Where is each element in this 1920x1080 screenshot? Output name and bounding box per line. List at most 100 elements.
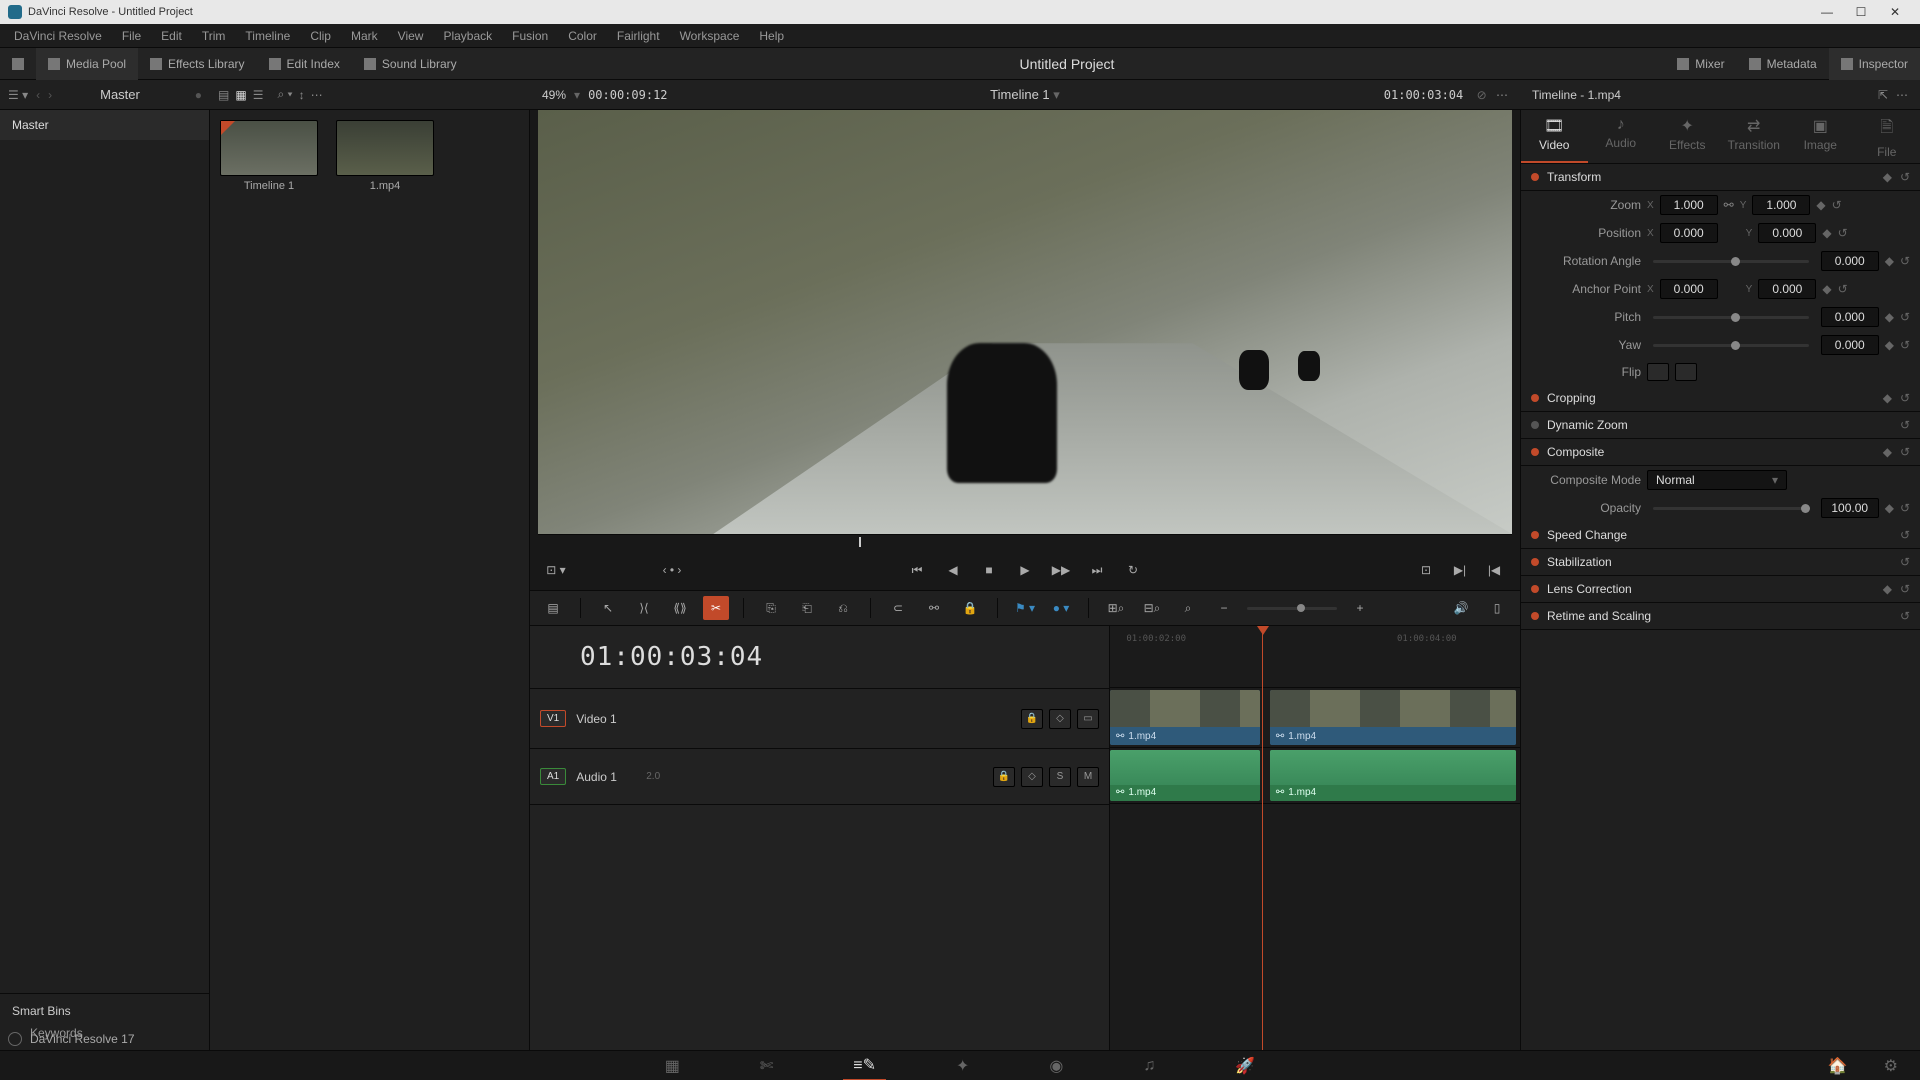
keyframe-icon[interactable]: ◆ <box>1885 501 1894 515</box>
reset-icon[interactable]: ↺ <box>1838 226 1848 240</box>
overwrite-clip[interactable]: ⎗ <box>794 596 820 620</box>
menu-mark[interactable]: Mark <box>341 29 388 43</box>
pitch-slider[interactable] <box>1653 316 1809 319</box>
yaw-slider[interactable] <box>1653 344 1809 347</box>
section-transform[interactable]: Transform◆↺ <box>1521 164 1920 191</box>
menu-help[interactable]: Help <box>749 29 794 43</box>
step-fwd-button[interactable]: ▶▶ <box>1049 558 1073 582</box>
marker-dropdown[interactable]: ● ▾ <box>1048 596 1074 620</box>
bin-view-dropdown[interactable]: ☰ ▾ <box>8 88 28 102</box>
track-auto-select-a1[interactable]: ◇ <box>1021 767 1043 787</box>
tab-effects[interactable]: ✦Effects <box>1654 110 1721 163</box>
yaw-input[interactable]: 0.000 <box>1821 335 1879 355</box>
link-toggle[interactable]: ⚯ <box>921 596 947 620</box>
tab-transition[interactable]: ⇄Transition <box>1721 110 1788 163</box>
track-header-a1[interactable]: A1 Audio 1 2.0 🔒 ◇ S M <box>530 749 1109 805</box>
anchor-y-input[interactable]: 0.000 <box>1758 279 1816 299</box>
keyframe-icon[interactable]: ◆ <box>1883 445 1892 459</box>
menu-fusion[interactable]: Fusion <box>502 29 558 43</box>
section-retime-scaling[interactable]: Retime and Scaling↺ <box>1521 603 1920 630</box>
playhead[interactable] <box>1262 626 1263 1050</box>
view-list-icon[interactable]: ☰ <box>253 88 264 102</box>
reset-icon[interactable]: ↺ <box>1900 582 1910 596</box>
reset-icon[interactable]: ↺ <box>1832 198 1842 212</box>
maximize-button[interactable]: ☐ <box>1844 1 1878 23</box>
home-button[interactable]: 🏠 <box>1818 1052 1858 1080</box>
zoom-dropdown-icon[interactable]: ▾ <box>574 88 580 102</box>
flip-v-button[interactable] <box>1675 363 1697 381</box>
menu-timeline[interactable]: Timeline <box>235 29 300 43</box>
zoom-out[interactable]: − <box>1211 596 1237 620</box>
rotation-input[interactable]: 0.000 <box>1821 251 1879 271</box>
replace-clip[interactable]: ⎌ <box>830 596 856 620</box>
viewer-scrubber[interactable] <box>538 534 1512 550</box>
go-last-button[interactable]: ⏭ <box>1085 558 1109 582</box>
timeline-tracks[interactable]: 01:00:02:00 01:00:04:00 ⚯1.mp4 ⚯1.mp4 <box>1110 626 1520 1050</box>
match-frame-icon[interactable]: ‹ • › <box>660 558 684 582</box>
section-speed-change[interactable]: Speed Change↺ <box>1521 522 1920 549</box>
keyframe-icon[interactable]: ◆ <box>1883 391 1892 405</box>
page-fairlight[interactable]: ♫ <box>1133 1053 1165 1079</box>
rotation-slider[interactable] <box>1653 260 1809 263</box>
menu-fairlight[interactable]: Fairlight <box>607 29 670 43</box>
keyframe-icon[interactable]: ◆ <box>1885 338 1894 352</box>
sort-icon[interactable]: ↕ <box>299 88 305 102</box>
menu-trim[interactable]: Trim <box>192 29 236 43</box>
flag-dropdown[interactable]: ⚑ ▾ <box>1012 596 1038 620</box>
timeline-view-options[interactable]: ▤ <box>540 596 566 620</box>
keyframe-icon[interactable]: ◆ <box>1885 310 1894 324</box>
zoom-in[interactable]: + <box>1347 596 1373 620</box>
menu-view[interactable]: View <box>388 29 434 43</box>
reset-icon[interactable]: ↺ <box>1900 170 1910 184</box>
composite-mode-select[interactable]: Normal ▾ <box>1647 470 1787 490</box>
page-cut[interactable]: ✄ <box>750 1052 783 1080</box>
stop-button[interactable]: ■ <box>977 558 1001 582</box>
inspector-expand-icon[interactable]: ⇱ <box>1878 88 1888 102</box>
reset-icon[interactable]: ↺ <box>1900 338 1910 352</box>
playhead-mark[interactable] <box>859 537 861 547</box>
clip-thumb-1mp4[interactable]: 1.mp4 <box>336 120 434 192</box>
bin-master[interactable]: Master <box>0 110 209 140</box>
fullscreen-toggle[interactable] <box>0 48 36 80</box>
page-fusion[interactable]: ✦ <box>946 1052 979 1080</box>
keyframe-icon[interactable]: ◆ <box>1883 582 1892 596</box>
timeline-name-dropdown[interactable]: Timeline 1 ▾ <box>990 87 1060 103</box>
close-button[interactable]: ✕ <box>1878 1 1912 23</box>
project-settings-button[interactable]: ⚙ <box>1874 1052 1908 1080</box>
mixer-toggle[interactable]: Mixer <box>1665 48 1736 80</box>
zoom-full[interactable]: ⊞⌕ <box>1103 596 1129 620</box>
section-composite[interactable]: Composite◆↺ <box>1521 439 1920 466</box>
minimize-button[interactable]: — <box>1810 1 1844 23</box>
section-stabilization[interactable]: Stabilization↺ <box>1521 549 1920 576</box>
audio-monitor-icon[interactable]: 🔊 <box>1448 596 1474 620</box>
track-lock-a1[interactable]: 🔒 <box>993 767 1015 787</box>
section-dynamic-zoom[interactable]: Dynamic Zoom↺ <box>1521 412 1920 439</box>
page-deliver[interactable]: 🚀 <box>1225 1052 1265 1080</box>
meter-icon[interactable]: ▯ <box>1484 596 1510 620</box>
track-badge-a1[interactable]: A1 <box>540 768 566 785</box>
reset-icon[interactable]: ↺ <box>1900 528 1910 542</box>
zoom-y-input[interactable]: 1.000 <box>1752 195 1810 215</box>
reset-icon[interactable]: ↺ <box>1900 254 1910 268</box>
view-metadata-icon[interactable]: ▤ <box>218 88 229 102</box>
reset-icon[interactable]: ↺ <box>1838 282 1848 296</box>
zoom-custom[interactable]: ⌕ <box>1175 596 1201 620</box>
menu-workspace[interactable]: Workspace <box>670 29 750 43</box>
menu-davinci-resolve[interactable]: DaVinci Resolve <box>4 29 112 43</box>
tab-audio[interactable]: ♪Audio <box>1588 110 1655 163</box>
edit-index-toggle[interactable]: Edit Index <box>257 48 352 80</box>
page-color[interactable]: ◉ <box>1039 1052 1073 1080</box>
reset-icon[interactable]: ↺ <box>1900 555 1910 569</box>
reset-icon[interactable]: ↺ <box>1900 310 1910 324</box>
menu-color[interactable]: Color <box>558 29 607 43</box>
keyframe-icon[interactable]: ◆ <box>1885 254 1894 268</box>
clip-thumb-timeline1[interactable]: Timeline 1 <box>220 120 318 192</box>
go-first-button[interactable]: ⏮ <box>905 558 929 582</box>
reset-icon[interactable]: ↺ <box>1900 418 1910 432</box>
audio-clip-1[interactable]: ⚯1.mp4 <box>1110 750 1260 801</box>
track-lane-v1[interactable]: ⚯1.mp4 ⚯1.mp4 <box>1110 688 1520 748</box>
loop-button[interactable]: ↻ <box>1121 558 1145 582</box>
viewer-zoom[interactable]: 49% <box>542 88 566 102</box>
page-edit[interactable]: ≡✎ <box>843 1051 886 1080</box>
next-edit-icon[interactable]: ▶| <box>1448 558 1472 582</box>
